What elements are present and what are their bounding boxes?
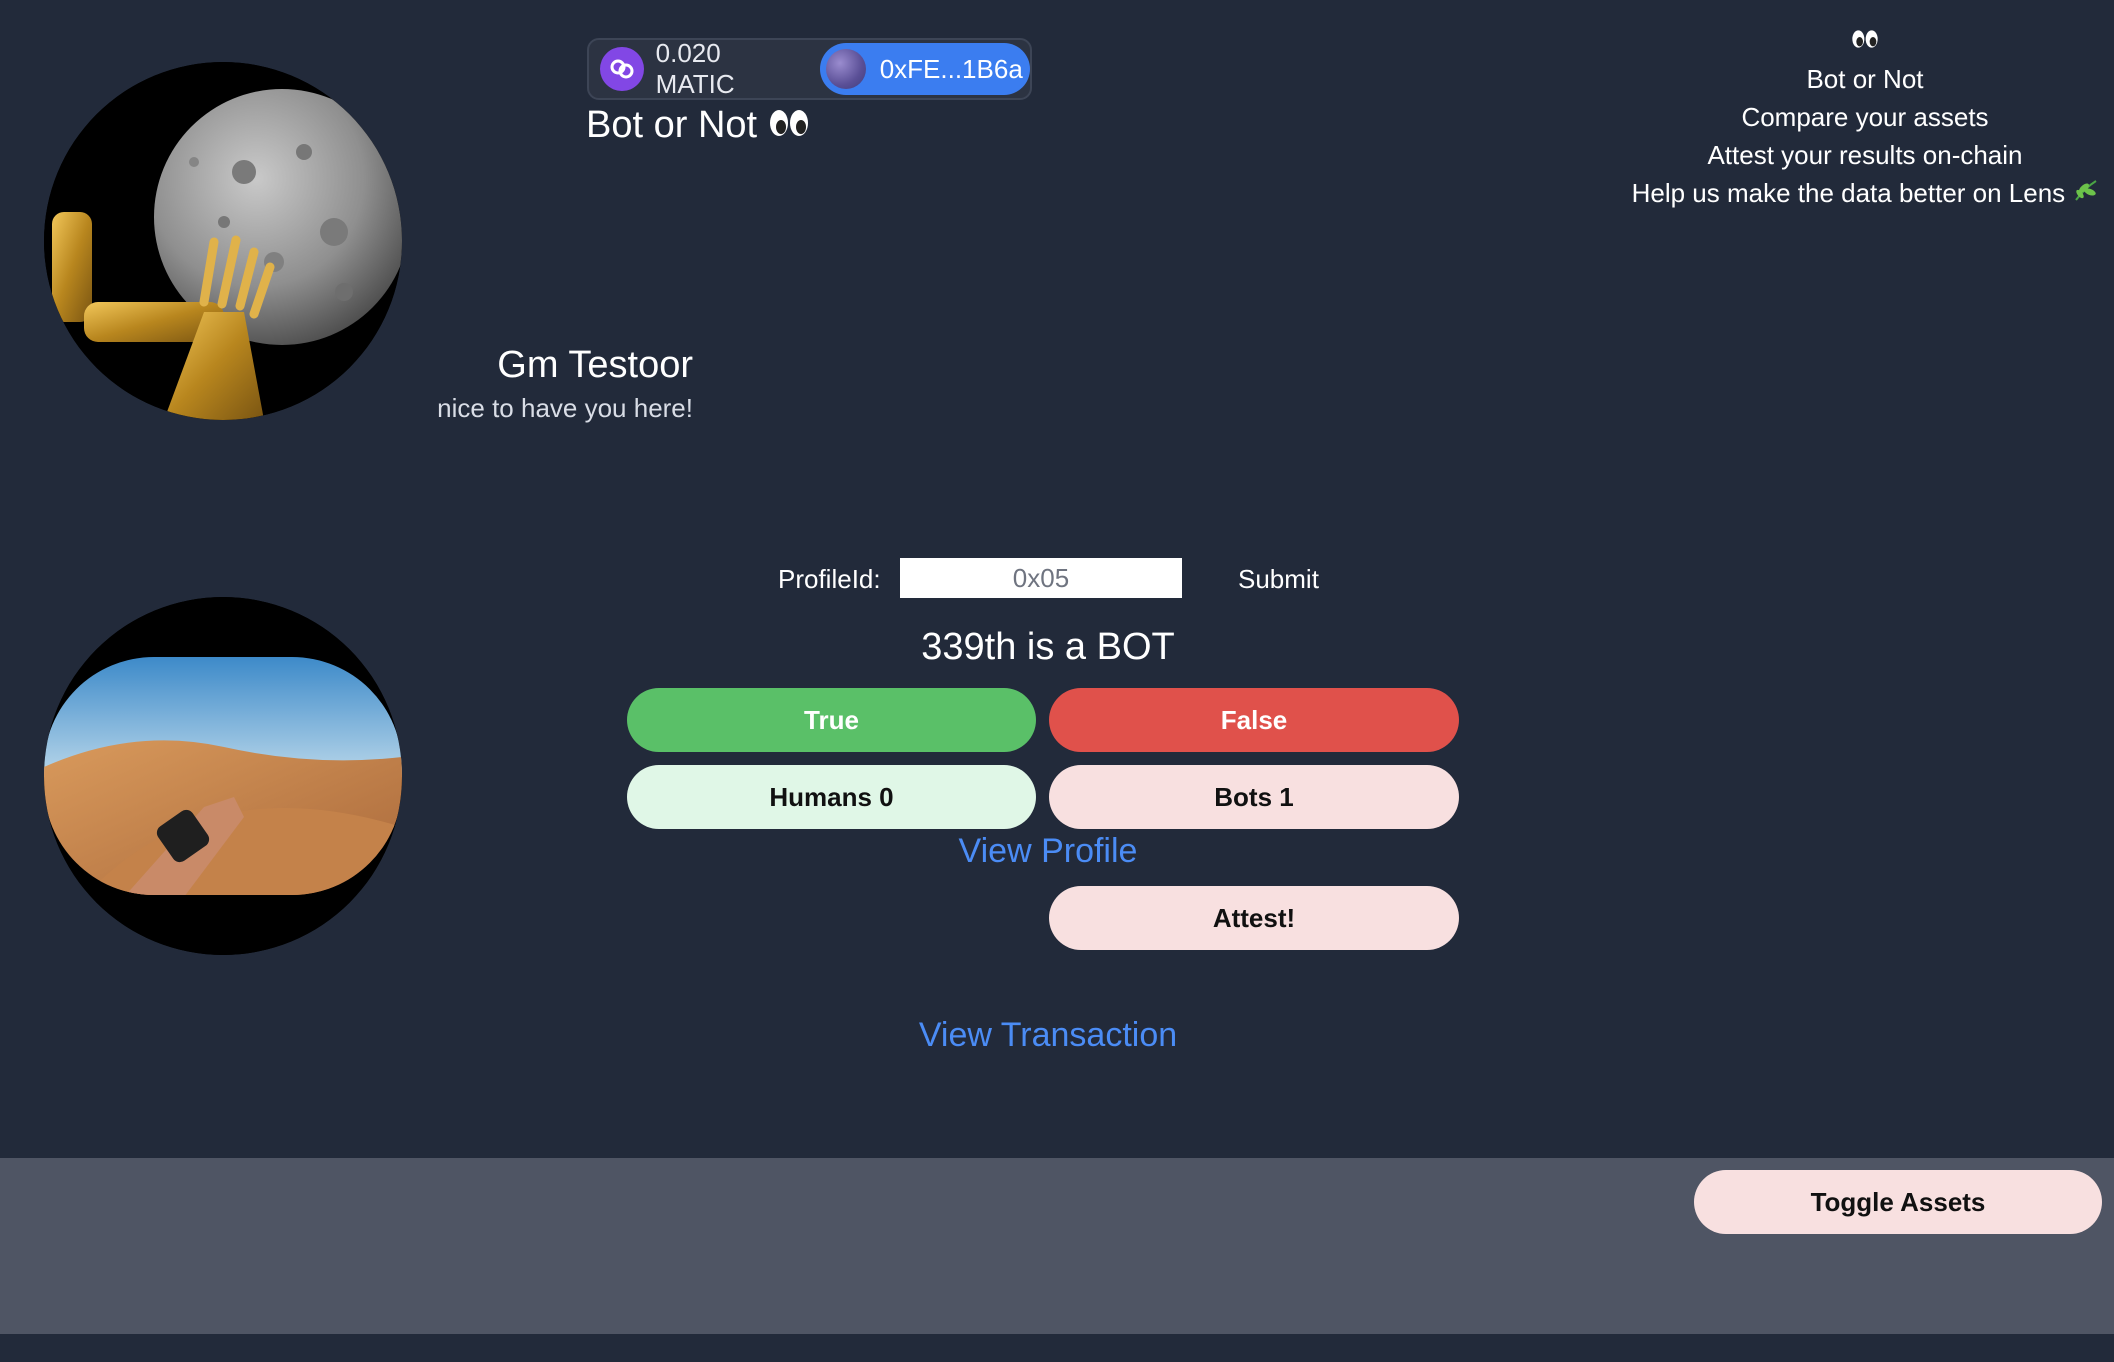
profile-id-label: ProfileId:: [778, 564, 881, 594]
view-transaction-wrap: View Transaction: [848, 1016, 1248, 1055]
account-avatar: [825, 49, 866, 89]
info-item: Help us make the data better on Lens: [1600, 174, 2114, 212]
info-item: Compare your assets: [1741, 102, 1989, 132]
info-item: Bot or Not: [1806, 64, 1924, 94]
profile-id-input[interactable]: [900, 558, 1182, 598]
info-item-text: Help us make the data better on Lens: [1631, 178, 2066, 208]
herb-icon: [2072, 178, 2098, 208]
profile-avatar-moon: [44, 62, 402, 420]
humans-count-button[interactable]: Humans 0: [627, 765, 1036, 829]
view-profile-link[interactable]: View Profile: [959, 832, 1138, 870]
result-text: 339th is a BOT: [921, 626, 1175, 668]
polygon-icon: [600, 47, 644, 91]
greeting-title: Gm Testoor: [497, 344, 693, 386]
view-profile-wrap: View Profile: [848, 832, 1248, 871]
info-panel: Bot or Not Compare your assets Attest yo…: [1600, 22, 2114, 212]
toggle-assets-button[interactable]: Toggle Assets: [1694, 1170, 2102, 1234]
attest-button[interactable]: Attest!: [1049, 886, 1459, 950]
eyes-icon: [1600, 22, 2114, 60]
account-address: 0xFE...1B6a: [879, 53, 1023, 84]
wallet-balance: 0.020 MATIC: [655, 38, 735, 99]
greeting-subtitle: nice to have you here!: [437, 393, 693, 423]
bots-count-button[interactable]: Bots 1: [1049, 765, 1459, 829]
app-title-text: Bot or Not: [586, 104, 758, 146]
submit-button[interactable]: Submit: [1238, 564, 1319, 595]
app-title: Bot or Not: [586, 104, 810, 148]
true-button[interactable]: True: [627, 688, 1036, 752]
info-item: Attest your results on-chain: [1707, 140, 2023, 170]
account-button[interactable]: 0xFE...1B6a: [819, 43, 1031, 95]
eyes-icon: [768, 105, 810, 148]
false-button[interactable]: False: [1049, 688, 1459, 752]
profile-avatar-desert: [44, 597, 402, 955]
wallet-pill[interactable]: 0.020 MATIC 0xFE...1B6a: [587, 38, 1032, 100]
view-transaction-link[interactable]: View Transaction: [919, 1016, 1177, 1054]
